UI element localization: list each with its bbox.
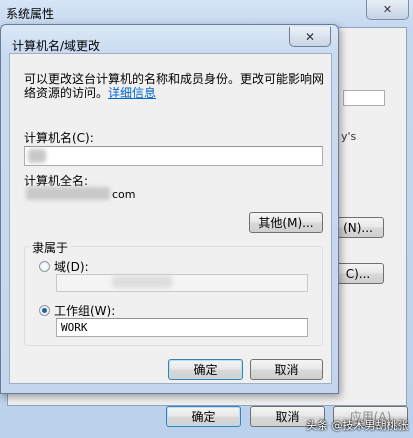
background-network-id-button[interactable]: C)...	[332, 263, 384, 284]
other-button[interactable]: 其他(M)...	[249, 212, 323, 233]
dialog-ok-button-label: 确定	[193, 363, 218, 377]
workgroup-option-label: 工作组(W):	[54, 304, 116, 318]
dialog-close-button[interactable]: ✕	[289, 27, 331, 47]
description-line2-text: 络资源的访问。	[24, 86, 109, 100]
background-field	[343, 90, 385, 106]
redacted-full-name	[26, 187, 110, 200]
domain-input[interactable]	[56, 274, 308, 292]
dialog-title: 计算机名/域更改	[12, 39, 101, 53]
full-name-suffix: com	[112, 188, 136, 201]
computer-name-input[interactable]	[24, 146, 323, 166]
system-properties-close-button[interactable]: ✕	[366, 0, 409, 20]
workgroup-input[interactable]	[56, 318, 308, 337]
background-text-fragment: y's	[341, 130, 357, 143]
close-icon: ✕	[382, 3, 393, 16]
system-properties-ok-button[interactable]: 确定	[166, 406, 241, 427]
domain-option-label: 域(D):	[54, 260, 89, 274]
background-change-button-label: (N)...	[343, 220, 373, 235]
cancel-button-label: 取消	[275, 410, 300, 424]
background-network-id-button-label: C)...	[345, 266, 371, 281]
close-icon: ✕	[304, 29, 316, 44]
member-of-label: 隶属于	[29, 239, 72, 256]
redacted-computer-name	[28, 149, 46, 163]
other-button-label: 其他(M)...	[258, 216, 314, 230]
computer-name-label: 计算机名(C):	[24, 131, 94, 145]
watermark: 头条 @技术男胡桃张	[306, 417, 409, 433]
dialog-description-line2: 络资源的访问。详细信息	[24, 84, 156, 101]
domain-radio[interactable]	[39, 261, 50, 272]
dialog-cancel-button-label: 取消	[274, 363, 299, 377]
background-field-fragment	[343, 88, 385, 108]
watermark-text: 头条 @技术男胡桃张	[306, 419, 409, 432]
dialog-ok-button[interactable]: 确定	[168, 359, 243, 380]
background-change-button[interactable]: (N)...	[332, 217, 384, 238]
dialog-cancel-button[interactable]: 取消	[250, 359, 323, 380]
details-link[interactable]: 详细信息	[108, 86, 156, 100]
redacted-domain	[112, 276, 172, 288]
system-properties-title: 系统属性	[6, 7, 55, 21]
workgroup-radio[interactable]	[39, 305, 50, 316]
ok-button-label: 确定	[191, 410, 216, 424]
